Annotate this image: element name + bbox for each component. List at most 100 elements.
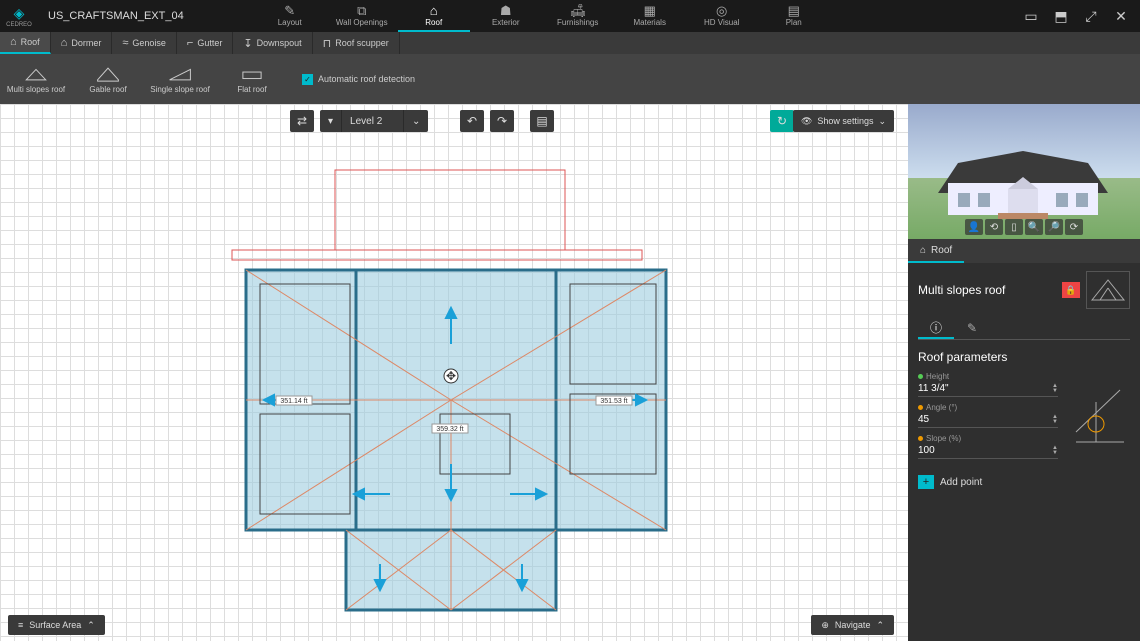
nav-tab-hd-visual[interactable]: ◎HD Visual [686, 0, 758, 32]
nav-tab-furnishings[interactable]: 🛋Furnishings [542, 0, 614, 32]
menu-icon: ≡ [18, 620, 23, 630]
undo-button[interactable]: ↶ [460, 110, 484, 132]
downspout-icon: ↧ [243, 37, 252, 50]
status-dot-icon [918, 374, 923, 379]
view-orbit-button[interactable]: ⟲ [985, 219, 1003, 235]
dormer-icon: ⌂ [61, 37, 68, 49]
house-icon: ☗ [500, 4, 512, 17]
canvas[interactable]: ⇄ ▾ Level 2 ⌄ ↶ ↷ ▤ ↻ 👁 Show setti [0, 104, 908, 641]
status-dot-icon [918, 436, 923, 441]
status-dot-icon [918, 405, 923, 410]
lock-button[interactable]: 🔒 [1062, 282, 1080, 298]
zoom-in-button[interactable]: 🔍 [1025, 219, 1043, 235]
panel-section-tabs: ⌂ Roof [908, 239, 1140, 263]
save-icon[interactable]: ⬒ [1052, 7, 1070, 25]
nav-tab-exterior[interactable]: ☗Exterior [470, 0, 542, 32]
panel-tab-roof[interactable]: ⌂ Roof [908, 239, 964, 263]
scupper-icon: ⊓ [323, 37, 332, 50]
nav-tab-plan[interactable]: ▤Plan [758, 0, 830, 32]
confirm-button[interactable]: ↻ [770, 110, 794, 132]
house-render [938, 143, 1108, 221]
move-handle[interactable]: ✥ [444, 369, 458, 383]
compass-icon: ⊕ [821, 620, 829, 631]
info-tab[interactable]: ⓘ [918, 317, 954, 339]
dropdown-caret-icon: ▾ [320, 110, 342, 132]
view-reset-button[interactable]: ⟳ [1065, 219, 1083, 235]
brand-text: CEDREO [6, 22, 32, 28]
tool-gable[interactable]: Gable roof [72, 54, 144, 104]
show-settings-button[interactable]: 👁 Show settings ⌄ [793, 110, 894, 132]
zoom-out-button[interactable]: 🔎 [1045, 219, 1063, 235]
view-toolbar: 👤 ⟲ ▯ 🔍 🔎 ⟳ [965, 219, 1083, 235]
nav-tab-wall-openings[interactable]: ⧉Wall Openings [326, 0, 398, 32]
subtab-roof-scupper[interactable]: ⊓Roof scupper [313, 32, 400, 54]
preview-3d[interactable]: 👤 ⟲ ▯ 🔍 🔎 ⟳ [908, 104, 1140, 239]
params-title: Roof parameters [918, 350, 1130, 364]
tool-flat[interactable]: Flat roof [216, 54, 288, 104]
logo-icon: ◈ [14, 5, 25, 22]
redo-button[interactable]: ↷ [490, 110, 514, 132]
auto-detection-toggle[interactable]: ✓ Automatic roof detection [302, 74, 415, 85]
add-point-button[interactable]: + Add point [918, 475, 1130, 489]
chevron-up-icon: ⌃ [876, 620, 884, 631]
angle-input[interactable]: 45 ▲▼ [918, 412, 1058, 428]
level-selector[interactable]: ▾ Level 2 ⌄ [320, 110, 428, 132]
genoise-icon: ≈ [122, 37, 128, 49]
stepper-icon[interactable]: ▲▼ [1052, 384, 1058, 394]
surface-area-button[interactable]: ≡ Surface Area ⌃ [8, 615, 105, 635]
subtab-gutter[interactable]: ⌐Gutter [177, 32, 233, 54]
view-layers-button[interactable]: ▯ [1005, 219, 1023, 235]
stepper-icon[interactable]: ▲▼ [1052, 415, 1058, 425]
top-bar: ◈ CEDREO US_CRAFTSMAN_EXT_04 ✎Layout ⧉Wa… [0, 0, 1140, 32]
door-icon: ⧉ [357, 4, 366, 17]
pencil-icon: ✎ [284, 4, 295, 17]
subtab-dormer[interactable]: ⌂Dormer [51, 32, 113, 54]
roof-diagram-icon [1066, 372, 1130, 462]
nav-tab-materials[interactable]: ▦Materials [614, 0, 686, 32]
tool-single-slope[interactable]: Single slope roof [144, 54, 216, 104]
minimize-icon[interactable]: ⤢ [1082, 7, 1100, 25]
single-slope-icon [167, 65, 193, 83]
svg-text:351.53 ft: 351.53 ft [600, 398, 627, 405]
plus-icon: + [918, 475, 934, 489]
slope-input[interactable]: 100 ▲▼ [918, 443, 1058, 459]
close-icon[interactable]: ✕ [1112, 7, 1130, 25]
roof-small-icon: ⌂ [920, 245, 926, 256]
chevron-down-icon: ⌄ [404, 110, 428, 132]
style-tab[interactable]: ✎ [954, 317, 990, 339]
selected-roof-type: Multi slopes roof [918, 283, 1005, 297]
roof-icon: ⌂ [430, 4, 438, 17]
gable-icon [95, 65, 121, 83]
tool-row: Multi slopes roof Gable roof Single slop… [0, 54, 1140, 104]
project-name: US_CRAFTSMAN_EXT_04 [38, 10, 194, 22]
navigate-button[interactable]: ⊕ Navigate ⌃ [811, 615, 894, 635]
height-input[interactable]: 11 3/4" ▲▼ [918, 381, 1058, 397]
svg-text:359.32 ft: 359.32 ft [436, 426, 463, 433]
subtab-roof[interactable]: ⌂Roof [0, 32, 51, 54]
chevron-down-icon: ⌄ [878, 116, 886, 127]
multi-slopes-icon [23, 65, 49, 83]
roof-small-icon: ⌂ [10, 36, 17, 48]
tool-multi-slopes[interactable]: Multi slopes roof [0, 54, 72, 104]
subtab-downspout[interactable]: ↧Downspout [233, 32, 312, 54]
nav-tab-layout[interactable]: ✎Layout [254, 0, 326, 32]
nav-tab-roof[interactable]: ⌂Roof [398, 0, 470, 32]
app-logo: ◈ CEDREO [0, 0, 38, 32]
plan-icon: ▤ [788, 4, 800, 17]
subtab-genoise[interactable]: ≈Genoise [112, 32, 177, 54]
chevron-up-icon: ⌃ [87, 620, 95, 631]
chat-icon[interactable]: ▭ [1022, 7, 1040, 25]
right-panel: 👤 ⟲ ▯ 🔍 🔎 ⟳ ⌂ Roof Multi slopes roof [908, 104, 1140, 641]
checkbox-icon: ✓ [302, 74, 313, 85]
roof-wireframe-icon [1086, 271, 1130, 309]
stepper-icon[interactable]: ▲▼ [1052, 446, 1058, 456]
roof-plan[interactable]: ✥ 351.14 ft 359.32 ft 351.53 ft [0, 104, 908, 641]
sub-toolbar: ⌂Roof ⌂Dormer ≈Genoise ⌐Gutter ↧Downspou… [0, 32, 1140, 54]
camera-icon: ◎ [716, 4, 727, 17]
svg-text:351.14 ft: 351.14 ft [280, 398, 307, 405]
param-tabs: ⓘ ✎ [918, 317, 1130, 340]
view-person-button[interactable]: 👤 [965, 219, 983, 235]
swap-button[interactable]: ⇄ [290, 110, 314, 132]
layers-button[interactable]: ▤ [530, 110, 554, 132]
palette-icon: ▦ [644, 4, 656, 17]
